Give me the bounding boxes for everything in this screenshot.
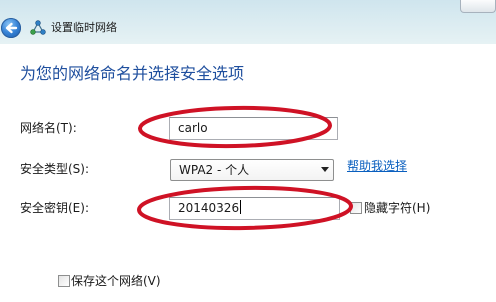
window-control-button[interactable] bbox=[460, 0, 496, 13]
network-name-input[interactable]: carlo bbox=[169, 117, 338, 140]
security-key-input[interactable]: 20140326 bbox=[169, 197, 340, 220]
save-network-label[interactable]: 保存这个网络(V) bbox=[71, 274, 161, 288]
chevron-down-icon bbox=[321, 167, 329, 172]
network-name-label: 网络名(T): bbox=[20, 121, 77, 135]
network-icon bbox=[30, 20, 46, 35]
security-key-value: 20140326 bbox=[178, 201, 240, 215]
page-heading: 为您的网络命名并选择安全选项 bbox=[20, 64, 245, 83]
text-caret bbox=[240, 200, 242, 214]
help-me-choose-link[interactable]: 帮助我选择 bbox=[347, 159, 407, 173]
back-arrow-icon bbox=[5, 22, 18, 34]
hide-characters-checkbox[interactable] bbox=[350, 202, 362, 214]
save-network-checkbox[interactable] bbox=[58, 275, 70, 287]
highlight-overlay bbox=[137, 105, 353, 231]
back-button[interactable] bbox=[1, 18, 21, 38]
wizard-header: 设置临时网络 bbox=[0, 0, 496, 44]
security-key-label: 安全密钥(E): bbox=[20, 201, 89, 215]
security-type-select[interactable]: WPA2 - 个人 bbox=[170, 159, 334, 181]
security-type-label: 安全类型(S): bbox=[20, 162, 90, 176]
network-name-value: carlo bbox=[178, 121, 208, 135]
security-type-value: WPA2 - 个人 bbox=[179, 163, 250, 177]
hide-characters-label[interactable]: 隐藏字符(H) bbox=[364, 201, 430, 215]
wizard-title: 设置临时网络 bbox=[51, 21, 117, 34]
